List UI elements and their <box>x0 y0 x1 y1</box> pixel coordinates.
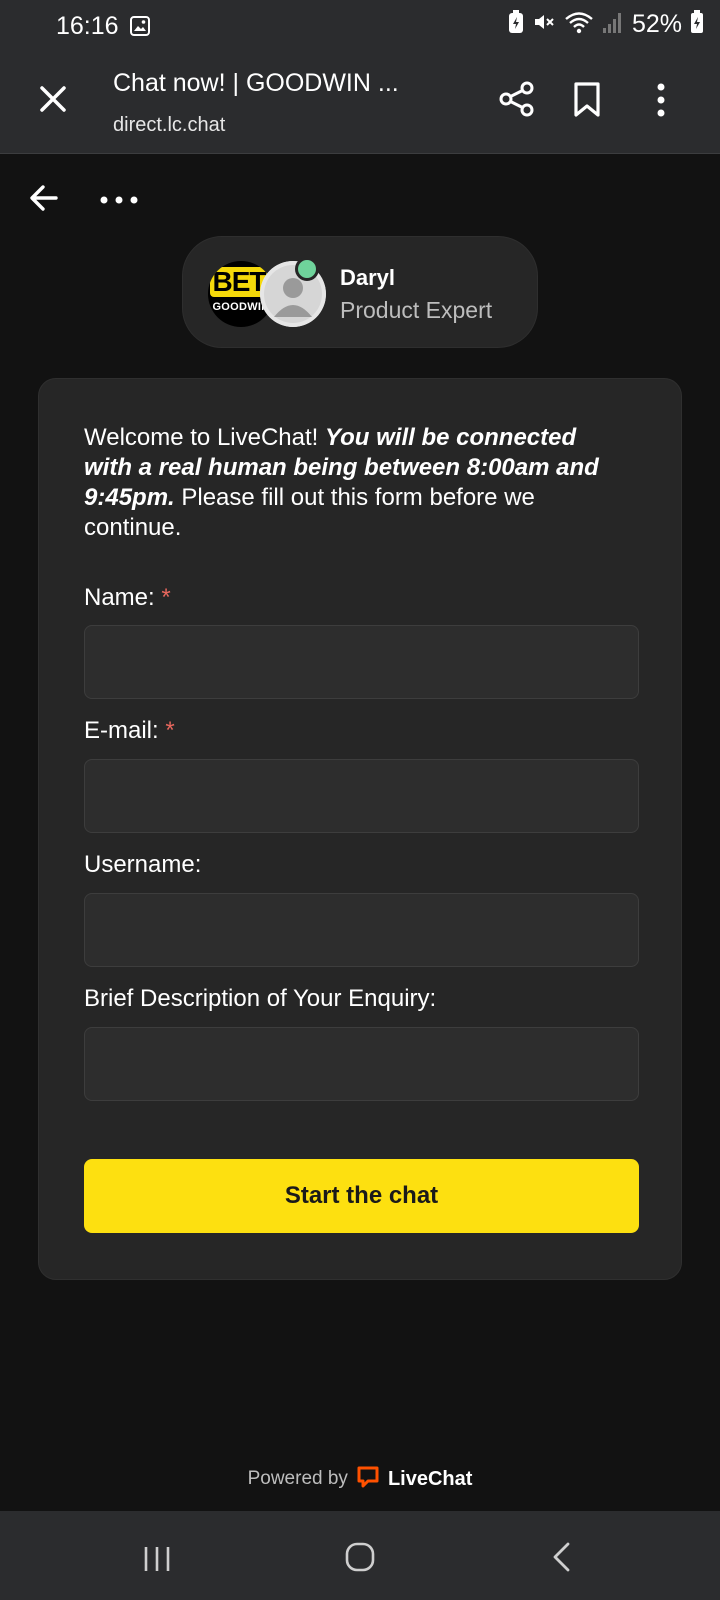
username-label: Username: <box>84 851 201 879</box>
battery-percent: 52% <box>631 10 682 38</box>
email-input[interactable] <box>84 759 639 833</box>
gallery-notification-icon <box>130 16 150 41</box>
page-title: Chat now! | GOODWIN ... <box>113 69 399 97</box>
username-label-text: Username: <box>84 851 202 878</box>
close-tab-button[interactable] <box>36 82 70 116</box>
more-options-button[interactable] <box>654 82 668 118</box>
chat-menu-button[interactable] <box>99 192 139 204</box>
wifi-icon <box>564 10 594 39</box>
enquiry-input[interactable] <box>84 1027 639 1101</box>
bookmark-button[interactable] <box>572 82 602 118</box>
start-chat-button[interactable]: Start the chat <box>84 1159 639 1233</box>
agent-name: Daryl <box>340 265 396 290</box>
username-input[interactable] <box>84 893 639 967</box>
prechat-form: Welcome to LiveChat! You will be connect… <box>38 378 682 1280</box>
status-icons: 52% <box>508 10 704 39</box>
powered-by-text: Powered by <box>247 1468 348 1489</box>
required-marker: * <box>165 717 175 744</box>
status-time: 16:16 <box>56 12 119 40</box>
name-label-text: Name: <box>84 584 155 611</box>
livechat-brand[interactable]: LiveChat <box>388 1468 472 1491</box>
welcome-message: Welcome to LiveChat! You will be connect… <box>84 423 624 543</box>
back-arrow-icon[interactable] <box>28 182 60 214</box>
battery-charging-icon <box>690 10 704 39</box>
browser-toolbar: Chat now! | GOODWIN ... direct.lc.chat <box>0 52 720 154</box>
enquiry-label-text: Brief Description of Your Enquiry: <box>84 985 437 1012</box>
welcome-prefix: Welcome to LiveChat! <box>84 424 325 451</box>
battery-saver-icon <box>508 10 524 39</box>
online-status-indicator <box>295 257 319 281</box>
share-button[interactable] <box>498 80 536 118</box>
home-button[interactable] <box>344 1541 376 1578</box>
powered-by: Powered by LiveChat <box>0 1464 720 1494</box>
name-label: Name: * <box>84 584 171 612</box>
recent-apps-button[interactable] <box>142 1545 172 1578</box>
page-url: direct.lc.chat <box>113 114 226 136</box>
email-label-text: E-mail: <box>84 717 159 744</box>
livechat-logo-icon <box>356 1464 380 1494</box>
nav-back-button[interactable] <box>550 1541 572 1578</box>
name-input[interactable] <box>84 625 639 699</box>
mute-icon <box>532 10 556 39</box>
required-marker: * <box>161 584 171 611</box>
signal-icon <box>602 10 624 39</box>
system-navigation-bar <box>0 1511 720 1600</box>
agent-role: Product Expert <box>340 297 493 323</box>
email-label: E-mail: * <box>84 717 175 745</box>
chat-page: BET GOODWIN Daryl Product Expert Welcome… <box>0 154 720 1511</box>
agent-card: BET GOODWIN Daryl Product Expert <box>182 236 538 348</box>
enquiry-label: Brief Description of Your Enquiry: <box>84 985 436 1013</box>
status-bar: 16:16 52% <box>0 0 720 52</box>
